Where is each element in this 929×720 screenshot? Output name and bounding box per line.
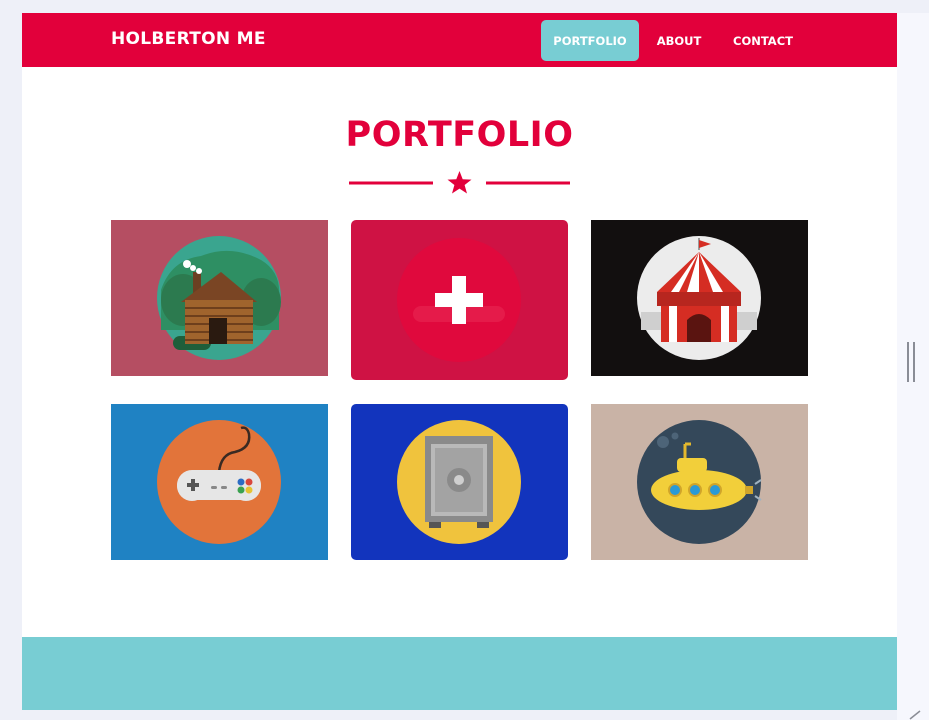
submarine-icon [637,420,762,544]
brand-logo[interactable]: HOLBERTON ME [111,29,266,49]
resize-handle-icon[interactable] [908,708,922,720]
star-divider [349,171,570,194]
page: HOLBERTON ME PORTFOLIO ABOUT CONTACT POR… [22,13,897,710]
log-cabin-icon [157,236,281,360]
nav-link-about[interactable]: ABOUT [649,20,709,61]
section-title: PORTFOLIO [345,115,574,155]
portfolio-item-cabin[interactable] [111,220,328,376]
footer [22,637,897,710]
safe-icon [397,420,521,544]
navbar: HOLBERTON ME PORTFOLIO ABOUT CONTACT [22,13,897,67]
scrollbar-grip[interactable] [906,342,916,382]
circus-tent-icon [637,236,761,360]
nav-link-portfolio[interactable]: PORTFOLIO [541,20,639,61]
nav-link-contact[interactable]: CONTACT [725,20,801,61]
portfolio-item-circus[interactable] [591,220,808,376]
game-controller-icon [157,420,281,544]
portfolio-item-submarine[interactable] [591,404,808,560]
star-icon [447,171,472,194]
portfolio-item-controller[interactable] [111,404,328,560]
portfolio-item-plus[interactable] [351,220,568,380]
portfolio-item-safe[interactable] [351,404,568,560]
